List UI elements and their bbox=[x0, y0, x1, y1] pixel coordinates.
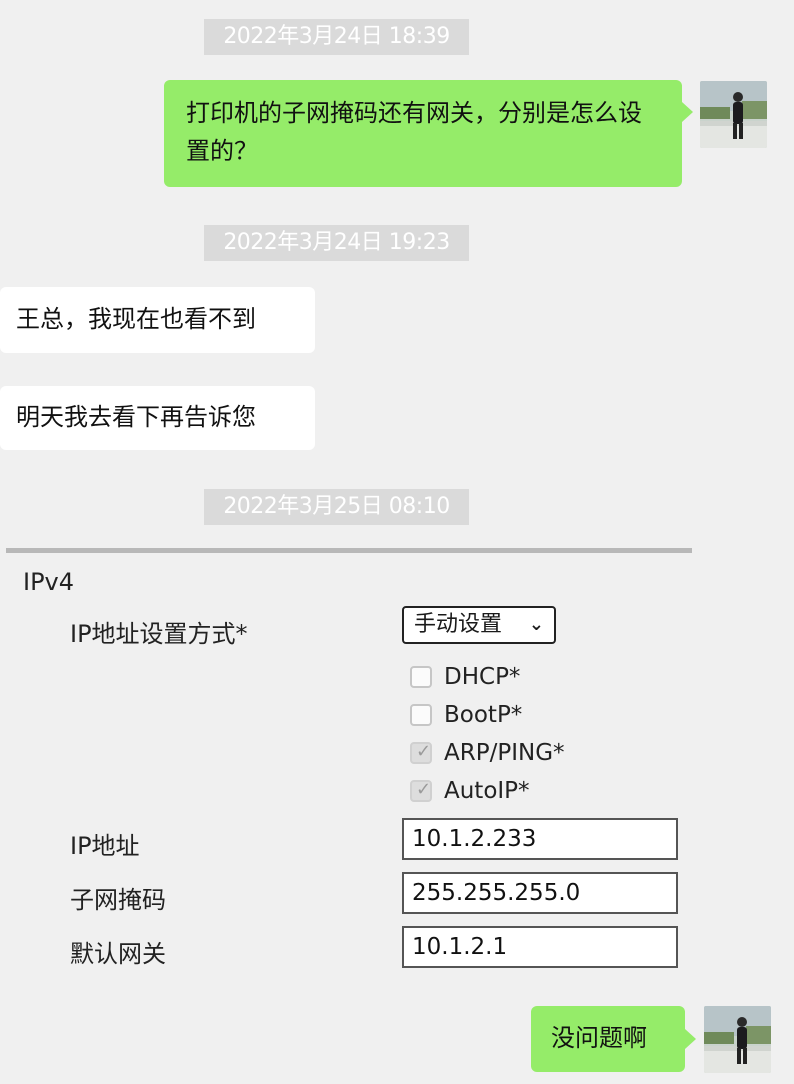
gateway-label: 默认网关 bbox=[70, 940, 166, 968]
gateway-field[interactable]: 10.1.2.1 bbox=[402, 926, 678, 968]
section-title: IPv4 bbox=[23, 568, 75, 596]
checkbox-label: BootP* bbox=[444, 702, 523, 728]
message-text: 明天我去看下再告诉您 bbox=[16, 403, 256, 431]
ipv4-settings-screenshot: IPv4 IP地址设置方式* 手动设置 ⌄ DHCP* BootP* ✓ ARP… bbox=[6, 548, 692, 988]
message-text: 没问题啊 bbox=[551, 1024, 647, 1052]
bubble-tail bbox=[685, 1029, 696, 1049]
method-select-value: 手动设置 bbox=[414, 612, 503, 637]
method-label: IP地址设置方式* bbox=[70, 620, 248, 648]
outgoing-message-bubble[interactable]: 打印机的子网掩码还有网关，分别是怎么设置的？ bbox=[164, 80, 682, 187]
ip-address-label: IP地址 bbox=[70, 832, 140, 860]
checkbox-label: AutoIP* bbox=[444, 778, 530, 804]
checkbox-box[interactable] bbox=[410, 666, 432, 688]
message-text: 王总，我现在也看不到 bbox=[16, 305, 256, 333]
avatar[interactable] bbox=[700, 81, 767, 148]
ip-address-field[interactable]: 10.1.2.233 bbox=[402, 818, 678, 860]
timestamp: 2022年3月25日 08:10 bbox=[204, 489, 469, 525]
outgoing-message-bubble[interactable]: 没问题啊 bbox=[531, 1006, 685, 1072]
avatar-photo-icon bbox=[704, 1006, 771, 1073]
divider bbox=[6, 548, 692, 553]
checkbox-box[interactable]: ✓ bbox=[410, 779, 432, 802]
avatar-photo-icon bbox=[700, 81, 767, 148]
checkbox-label: ARP/PING* bbox=[444, 740, 565, 766]
checkmark-icon: ✓ bbox=[416, 779, 432, 800]
subnet-mask-field[interactable]: 255.255.255.0 bbox=[402, 872, 678, 914]
checkbox-label: DHCP* bbox=[444, 664, 521, 690]
checkmark-icon: ✓ bbox=[416, 741, 432, 762]
bubble-tail bbox=[682, 102, 693, 122]
checkbox-box[interactable] bbox=[410, 704, 432, 726]
checkbox-box[interactable]: ✓ bbox=[410, 741, 432, 764]
timestamp: 2022年3月24日 19:23 bbox=[204, 225, 469, 261]
timestamp: 2022年3月24日 18:39 bbox=[204, 19, 469, 55]
subnet-mask-label: 子网掩码 bbox=[70, 886, 166, 914]
incoming-message-bubble[interactable]: 明天我去看下再告诉您 bbox=[0, 386, 315, 450]
incoming-message-bubble[interactable]: 王总，我现在也看不到 bbox=[0, 287, 315, 353]
chevron-down-icon: ⌄ bbox=[528, 614, 544, 635]
method-select[interactable]: 手动设置 ⌄ bbox=[402, 606, 556, 644]
message-text: 打印机的子网掩码还有网关，分别是怎么设置的？ bbox=[186, 99, 642, 165]
avatar[interactable] bbox=[704, 1006, 771, 1073]
